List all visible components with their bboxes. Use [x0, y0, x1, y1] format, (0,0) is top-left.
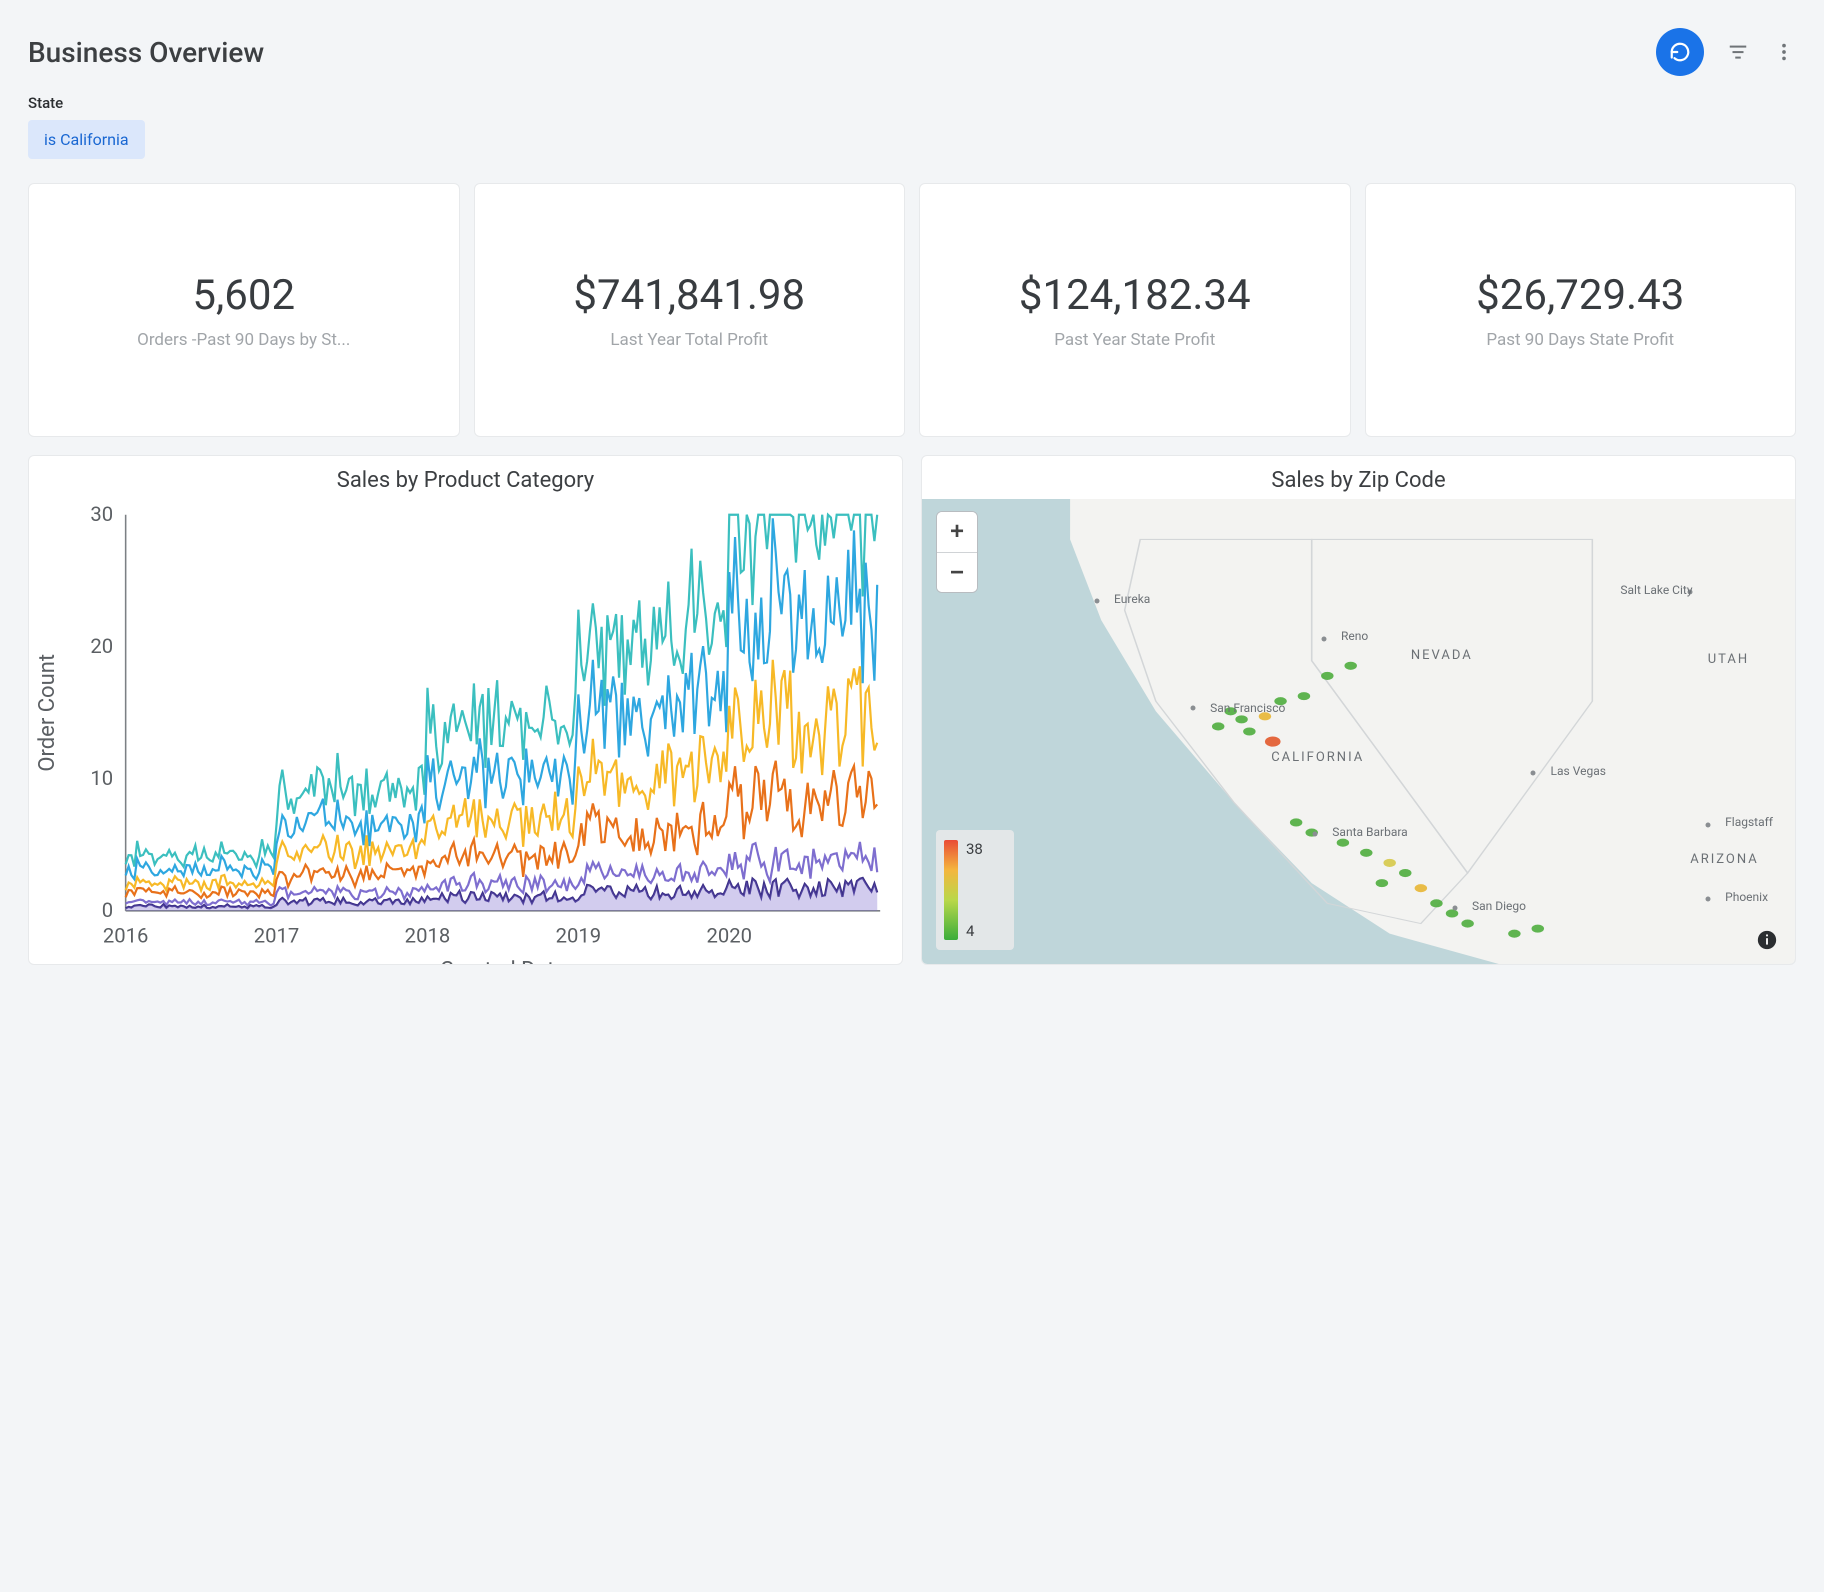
svg-text:2020: 2020: [706, 923, 752, 947]
map-canvas[interactable]: + − 38 4 Eureka Reno: [922, 499, 1795, 964]
kpi-value: $124,182.34: [1019, 271, 1251, 320]
kpi-value: 5,602: [192, 271, 295, 320]
panel-sales-by-zip: Sales by Zip Code: [921, 455, 1796, 965]
more-vert-icon: [1773, 41, 1795, 63]
kpi-row: 5,602 Orders -Past 90 Days by St... $741…: [28, 183, 1796, 437]
legend-high: 38: [966, 840, 983, 858]
kpi-label: Past Year State Profit: [1054, 330, 1215, 350]
header-actions: [1656, 28, 1796, 76]
legend-low: 4: [966, 922, 983, 940]
kpi-card-orders[interactable]: 5,602 Orders -Past 90 Days by St...: [28, 183, 460, 437]
filter-chip-state[interactable]: is California: [28, 120, 145, 159]
svg-text:2017: 2017: [254, 923, 300, 947]
svg-text:0: 0: [102, 898, 113, 922]
panel-title: Sales by Product Category: [29, 456, 902, 499]
kpi-card-total-profit[interactable]: $741,841.98 Last Year Total Profit: [474, 183, 906, 437]
filter-label: State: [28, 94, 1796, 112]
svg-text:2018: 2018: [405, 923, 451, 947]
filter-section: State is California: [28, 94, 1796, 159]
svg-text:2016: 2016: [103, 923, 149, 947]
page-title: Business Overview: [28, 36, 264, 69]
map-svg: [922, 499, 1795, 964]
kpi-card-state-profit[interactable]: $124,182.34 Past Year State Profit: [919, 183, 1351, 437]
panel-sales-by-category: Sales by Product Category 0 10 20 30 2016 201…: [28, 455, 903, 965]
chart-canvas[interactable]: 0 10 20 30 2016 2017 2018 2019 2020 Created Date O…: [29, 499, 902, 965]
dashboard-header: Business Overview: [28, 28, 1796, 76]
svg-text:2019: 2019: [556, 923, 602, 947]
svg-text:10: 10: [90, 766, 113, 790]
kpi-value: $26,729.43: [1476, 271, 1684, 320]
filter-button[interactable]: [1726, 41, 1750, 63]
legend-gradient: [944, 840, 958, 940]
funnel-icon: [1727, 41, 1749, 63]
panel-title: Sales by Zip Code: [922, 456, 1795, 499]
kpi-card-90day-profit[interactable]: $26,729.43 Past 90 Days State Profit: [1365, 183, 1797, 437]
map-legend: 38 4: [936, 830, 1014, 950]
map-zoom-controls: + −: [936, 511, 978, 593]
svg-text:20: 20: [90, 634, 113, 658]
map-info-button[interactable]: [1753, 926, 1781, 954]
refresh-button[interactable]: [1656, 28, 1704, 76]
overflow-menu-button[interactable]: [1772, 41, 1796, 63]
sales-chart-svg: 0 10 20 30 2016 2017 2018 2019 2020 Created Date O…: [29, 499, 902, 965]
kpi-label: Last Year Total Profit: [610, 330, 768, 350]
svg-text:Order Count: Order Count: [35, 654, 60, 772]
svg-text:Created Date: Created Date: [440, 958, 566, 965]
kpi-label: Past 90 Days State Profit: [1486, 330, 1674, 350]
chart-row: Sales by Product Category 0 10 20 30 2016 201…: [28, 455, 1796, 965]
map-zoom-in-button[interactable]: +: [937, 512, 977, 552]
info-icon: [1756, 929, 1778, 951]
refresh-icon: [1669, 41, 1691, 63]
svg-text:30: 30: [90, 502, 113, 526]
map-zoom-out-button[interactable]: −: [937, 552, 977, 592]
kpi-value: $741,841.98: [573, 271, 805, 320]
kpi-label: Orders -Past 90 Days by St...: [137, 330, 350, 350]
